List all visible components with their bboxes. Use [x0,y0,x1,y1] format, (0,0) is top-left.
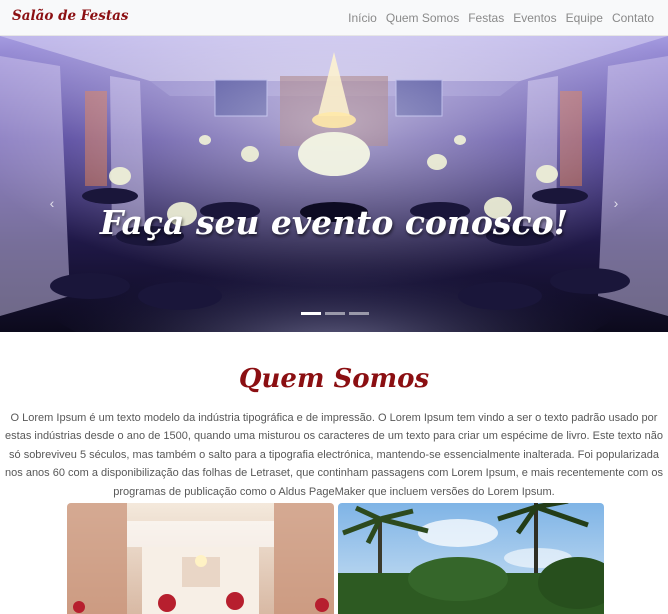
gallery-image-garden [338,503,604,614]
navbar: Salão de Festas Início Quem Somos Festas… [0,0,668,36]
carousel-prev-icon[interactable]: ‹ [42,192,62,214]
hero-image [0,36,668,332]
nav-link-festas[interactable]: Festas [468,11,504,25]
carousel-indicator-1[interactable] [301,312,321,315]
nav-link-quem-somos[interactable]: Quem Somos [386,11,459,25]
nav-link-eventos[interactable]: Eventos [513,11,556,25]
nav-link-inicio[interactable]: Início [348,11,377,25]
hero-carousel: Faça seu evento conosco! ‹ › [0,36,668,332]
carousel-indicators [301,312,369,315]
nav-link-contato[interactable]: Contato [612,11,654,25]
carousel-indicator-3[interactable] [349,312,369,315]
carousel-indicator-2[interactable] [325,312,345,315]
nav-link-equipe[interactable]: Equipe [566,11,603,25]
hero-caption: Faça seu evento conosco! [99,203,569,242]
about-text: O Lorem Ipsum é um texto modelo da indús… [5,412,663,498]
nav-links: Início Quem Somos Festas Eventos Equipe … [348,11,654,25]
brand-logo[interactable]: Salão de Festas [12,8,128,24]
section-title-quem-somos: Quem Somos [238,364,430,394]
carousel-next-icon[interactable]: › [606,192,626,214]
gallery-image-hall [67,503,334,614]
